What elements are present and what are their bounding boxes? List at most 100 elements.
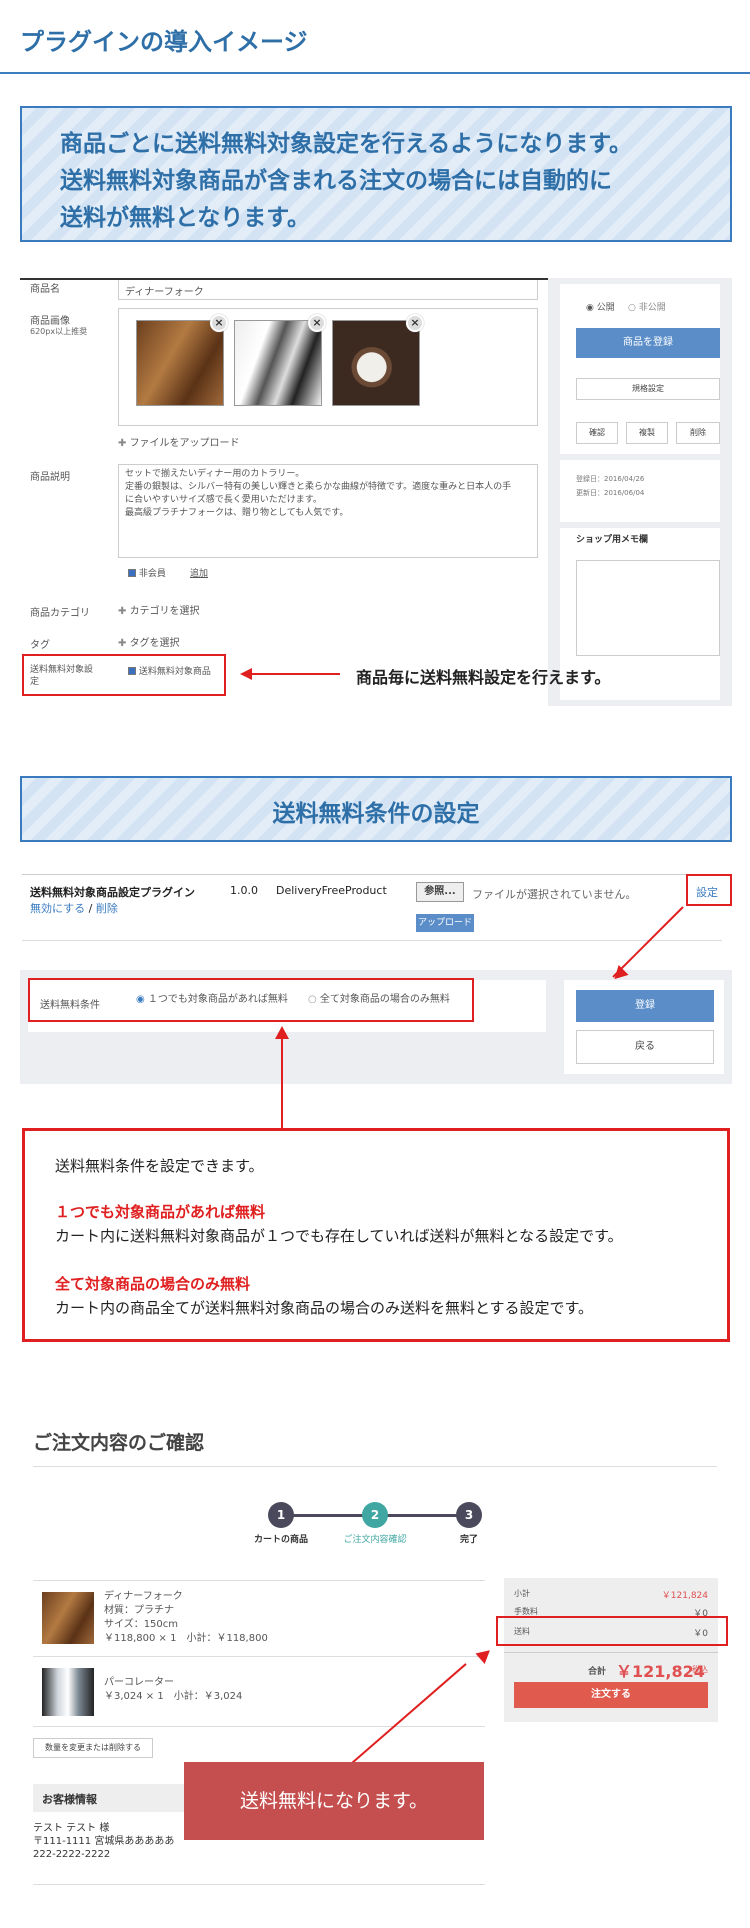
subtotal-value: ￥121,824 (661, 1591, 708, 1601)
condition-option-1[interactable]: ◉ １つでも対象商品があれば無料 (136, 990, 288, 1005)
copy-button[interactable]: 複製 (626, 422, 668, 444)
item-percolator-price: ￥3,024 × 1 小計：￥3,024 (104, 1691, 243, 1702)
browse-button[interactable]: 参照... (416, 882, 464, 902)
free-shipping-label: 送料無料対象設定 (30, 665, 94, 687)
callout-arrowhead-1 (240, 668, 252, 680)
info-option-1-title: １つでも対象商品があれば無料 (55, 1203, 266, 1221)
items-rule-bottom (33, 1726, 485, 1727)
change-quantity-button[interactable]: 数量を変更または削除する (33, 1738, 153, 1758)
info-option-2-title: 全て対象商品の場合のみ無料 (55, 1275, 251, 1293)
step-1-circle: 1 (268, 1502, 294, 1528)
non-member-checkbox[interactable]: 非会員 (128, 566, 166, 579)
select-tag-link[interactable]: ✚ タグを選択 (118, 634, 180, 649)
step-2-circle: 2 (362, 1502, 388, 1528)
free-shipping-checkbox[interactable]: 送料無料対象商品 (128, 664, 211, 677)
confirm-title: ご注文内容のご確認 (33, 1432, 205, 1454)
desc-line: に合いやすいサイズ感で長く愛用いただけます。 (125, 495, 322, 505)
upload-file-link[interactable]: ✚ ファイルをアップロード (118, 434, 240, 449)
spec-settings-button[interactable]: 規格設定 (576, 378, 720, 400)
callout-arrow-1 (244, 673, 340, 675)
remove-image-3-icon[interactable]: × (406, 314, 424, 332)
shipping-arrow (351, 1663, 467, 1764)
upload-button[interactable]: アップロード (416, 914, 474, 932)
total-label: 合計 (588, 1667, 607, 1677)
item-image-percolator (42, 1668, 94, 1716)
item-fork-size: サイズ：150cm (104, 1619, 179, 1630)
condition-label: 送料無料条件 (40, 1000, 100, 1011)
settings-arrow (612, 906, 684, 978)
callout-per-product: 商品毎に送料無料設定を行えます。 (356, 668, 611, 687)
plugin-name: 送料無料対象商品設定プラグイン (30, 886, 195, 899)
select-category-link[interactable]: ✚ カテゴリを選択 (118, 602, 200, 617)
plugin-code: DeliveryFreeProduct (276, 884, 387, 897)
plugin-row-top (22, 874, 722, 875)
shipping-value: ￥0 (693, 1629, 708, 1639)
tag-label: タグ (30, 640, 50, 651)
fork-image-1 (136, 320, 224, 406)
delete-button[interactable]: 削除 (676, 422, 720, 444)
item-percolator-details: パーコレーター ￥3,024 × 1 小計：￥3,024 (104, 1676, 242, 1704)
remove-image-2-icon[interactable]: × (308, 314, 326, 332)
info-option-2-desc: カート内の商品全てが送料無料対象商品の場合のみ送料を無料とする設定です。 (55, 1299, 594, 1317)
fork-image-2 (234, 320, 322, 406)
free-shipping-callout: 送料無料になります。 (184, 1762, 484, 1840)
step-1-label: カートの商品 (253, 1535, 308, 1545)
place-order-button[interactable]: 注文する (514, 1682, 708, 1708)
intro-line-1: 商品ごとに送料無料対象設定を行えるようになります。 (60, 131, 633, 157)
condition-register-button[interactable]: 登録 (576, 990, 714, 1022)
product-image-hint: 620px以上推奨 (30, 327, 88, 336)
registered-date: 登録日：2016/04/26 (576, 475, 645, 483)
category-label: 商品カテゴリ (30, 608, 90, 619)
product-desc-textarea[interactable]: セットで揃えたいディナー用のカトラリー。 定番の銀製は、シルバー特有の美しい輝き… (118, 464, 538, 558)
select-category-label: カテゴリを選択 (129, 606, 200, 617)
summary-rule (504, 1652, 718, 1653)
free-shipping-checkbox-label: 送料無料対象商品 (138, 667, 211, 677)
title-divider (0, 72, 750, 74)
condition-option-2-label: 全て対象商品の場合のみ無料 (319, 994, 450, 1005)
condition-back-button[interactable]: 戻る (576, 1030, 714, 1064)
desc-line: セットで揃えたいディナー用のカトラリー。 (125, 469, 305, 479)
condition-info-box: 送料無料条件を設定できます。 １つでも対象商品があれば無料 カート内に送料無料対… (22, 1128, 730, 1342)
memo-textarea[interactable] (576, 560, 720, 656)
item-fork-material: 材質：プラチナ (104, 1605, 174, 1616)
disable-plugin-link[interactable]: 無効にする (30, 902, 85, 915)
register-product-button[interactable]: 商品を登録 (576, 328, 720, 358)
tax-label: 税込 (692, 1665, 708, 1674)
items-rule-top (33, 1580, 485, 1581)
page-title: プラグインの導入イメージ (20, 28, 308, 56)
product-name-input[interactable]: ディナーフォーク (118, 280, 538, 300)
condition-arrowhead (275, 1026, 289, 1039)
product-image-label: 商品画像 (30, 316, 70, 327)
delete-plugin-link[interactable]: 削除 (96, 902, 118, 915)
private-radio[interactable]: ○ 非公開 (628, 300, 666, 313)
desc-line: 定番の銀製は、シルバー特有の美しい輝きと柔らかな曲線が特徴です。適度な重みと日本… (125, 482, 512, 492)
public-radio[interactable]: ◉ 公開 (586, 300, 615, 313)
customer-address: 〒111-1111 宮城県あああああ (33, 1836, 175, 1847)
confirm-button[interactable]: 確認 (576, 422, 618, 444)
customer-name: テスト テスト 様 (33, 1823, 110, 1834)
confirm-title-rule (33, 1466, 717, 1467)
step-3-label: 完了 (459, 1535, 478, 1545)
item-fork-name: ディナーフォーク (104, 1591, 183, 1602)
settings-banner: 送料無料条件の設定 (20, 776, 732, 842)
remove-image-1-icon[interactable]: × (210, 314, 228, 332)
condition-option-2[interactable]: ○ 全て対象商品の場合のみ無料 (308, 990, 450, 1005)
item-percolator-name: パーコレーター (104, 1677, 174, 1688)
no-file-text: ファイルが選択されていません。 (472, 888, 637, 901)
desc-line: 最高級プラチナフォークは、贈り物としても人気です。 (125, 508, 349, 518)
memo-title: ショップ用メモ欄 (576, 535, 649, 545)
customer-details: テスト テスト 様 〒111-1111 宮城県あああああ 222-2222-22… (33, 1822, 174, 1861)
add-link[interactable]: 追加 (190, 566, 208, 579)
plugin-settings-link[interactable]: 設定 (696, 884, 718, 900)
fork-image-3 (332, 320, 420, 406)
condition-arrow (281, 1036, 283, 1128)
product-desc-label: 商品説明 (30, 472, 70, 483)
private-label: 非公開 (638, 303, 666, 313)
condition-option-1-label: １つでも対象商品があれば無料 (147, 994, 288, 1005)
shipping-arrowhead (475, 1644, 495, 1665)
updated-date: 更新日：2016/06/04 (576, 489, 645, 497)
item-image-fork (42, 1592, 94, 1644)
intro-banner: 商品ごとに送料無料対象設定を行えるようになります。 送料無料対象商品が含まれる注… (20, 106, 732, 242)
plugin-version: 1.0.0 (230, 884, 258, 897)
info-option-1-desc: カート内に送料無料対象商品が１つでも存在していれば送料が無料となる設定です。 (55, 1227, 623, 1245)
